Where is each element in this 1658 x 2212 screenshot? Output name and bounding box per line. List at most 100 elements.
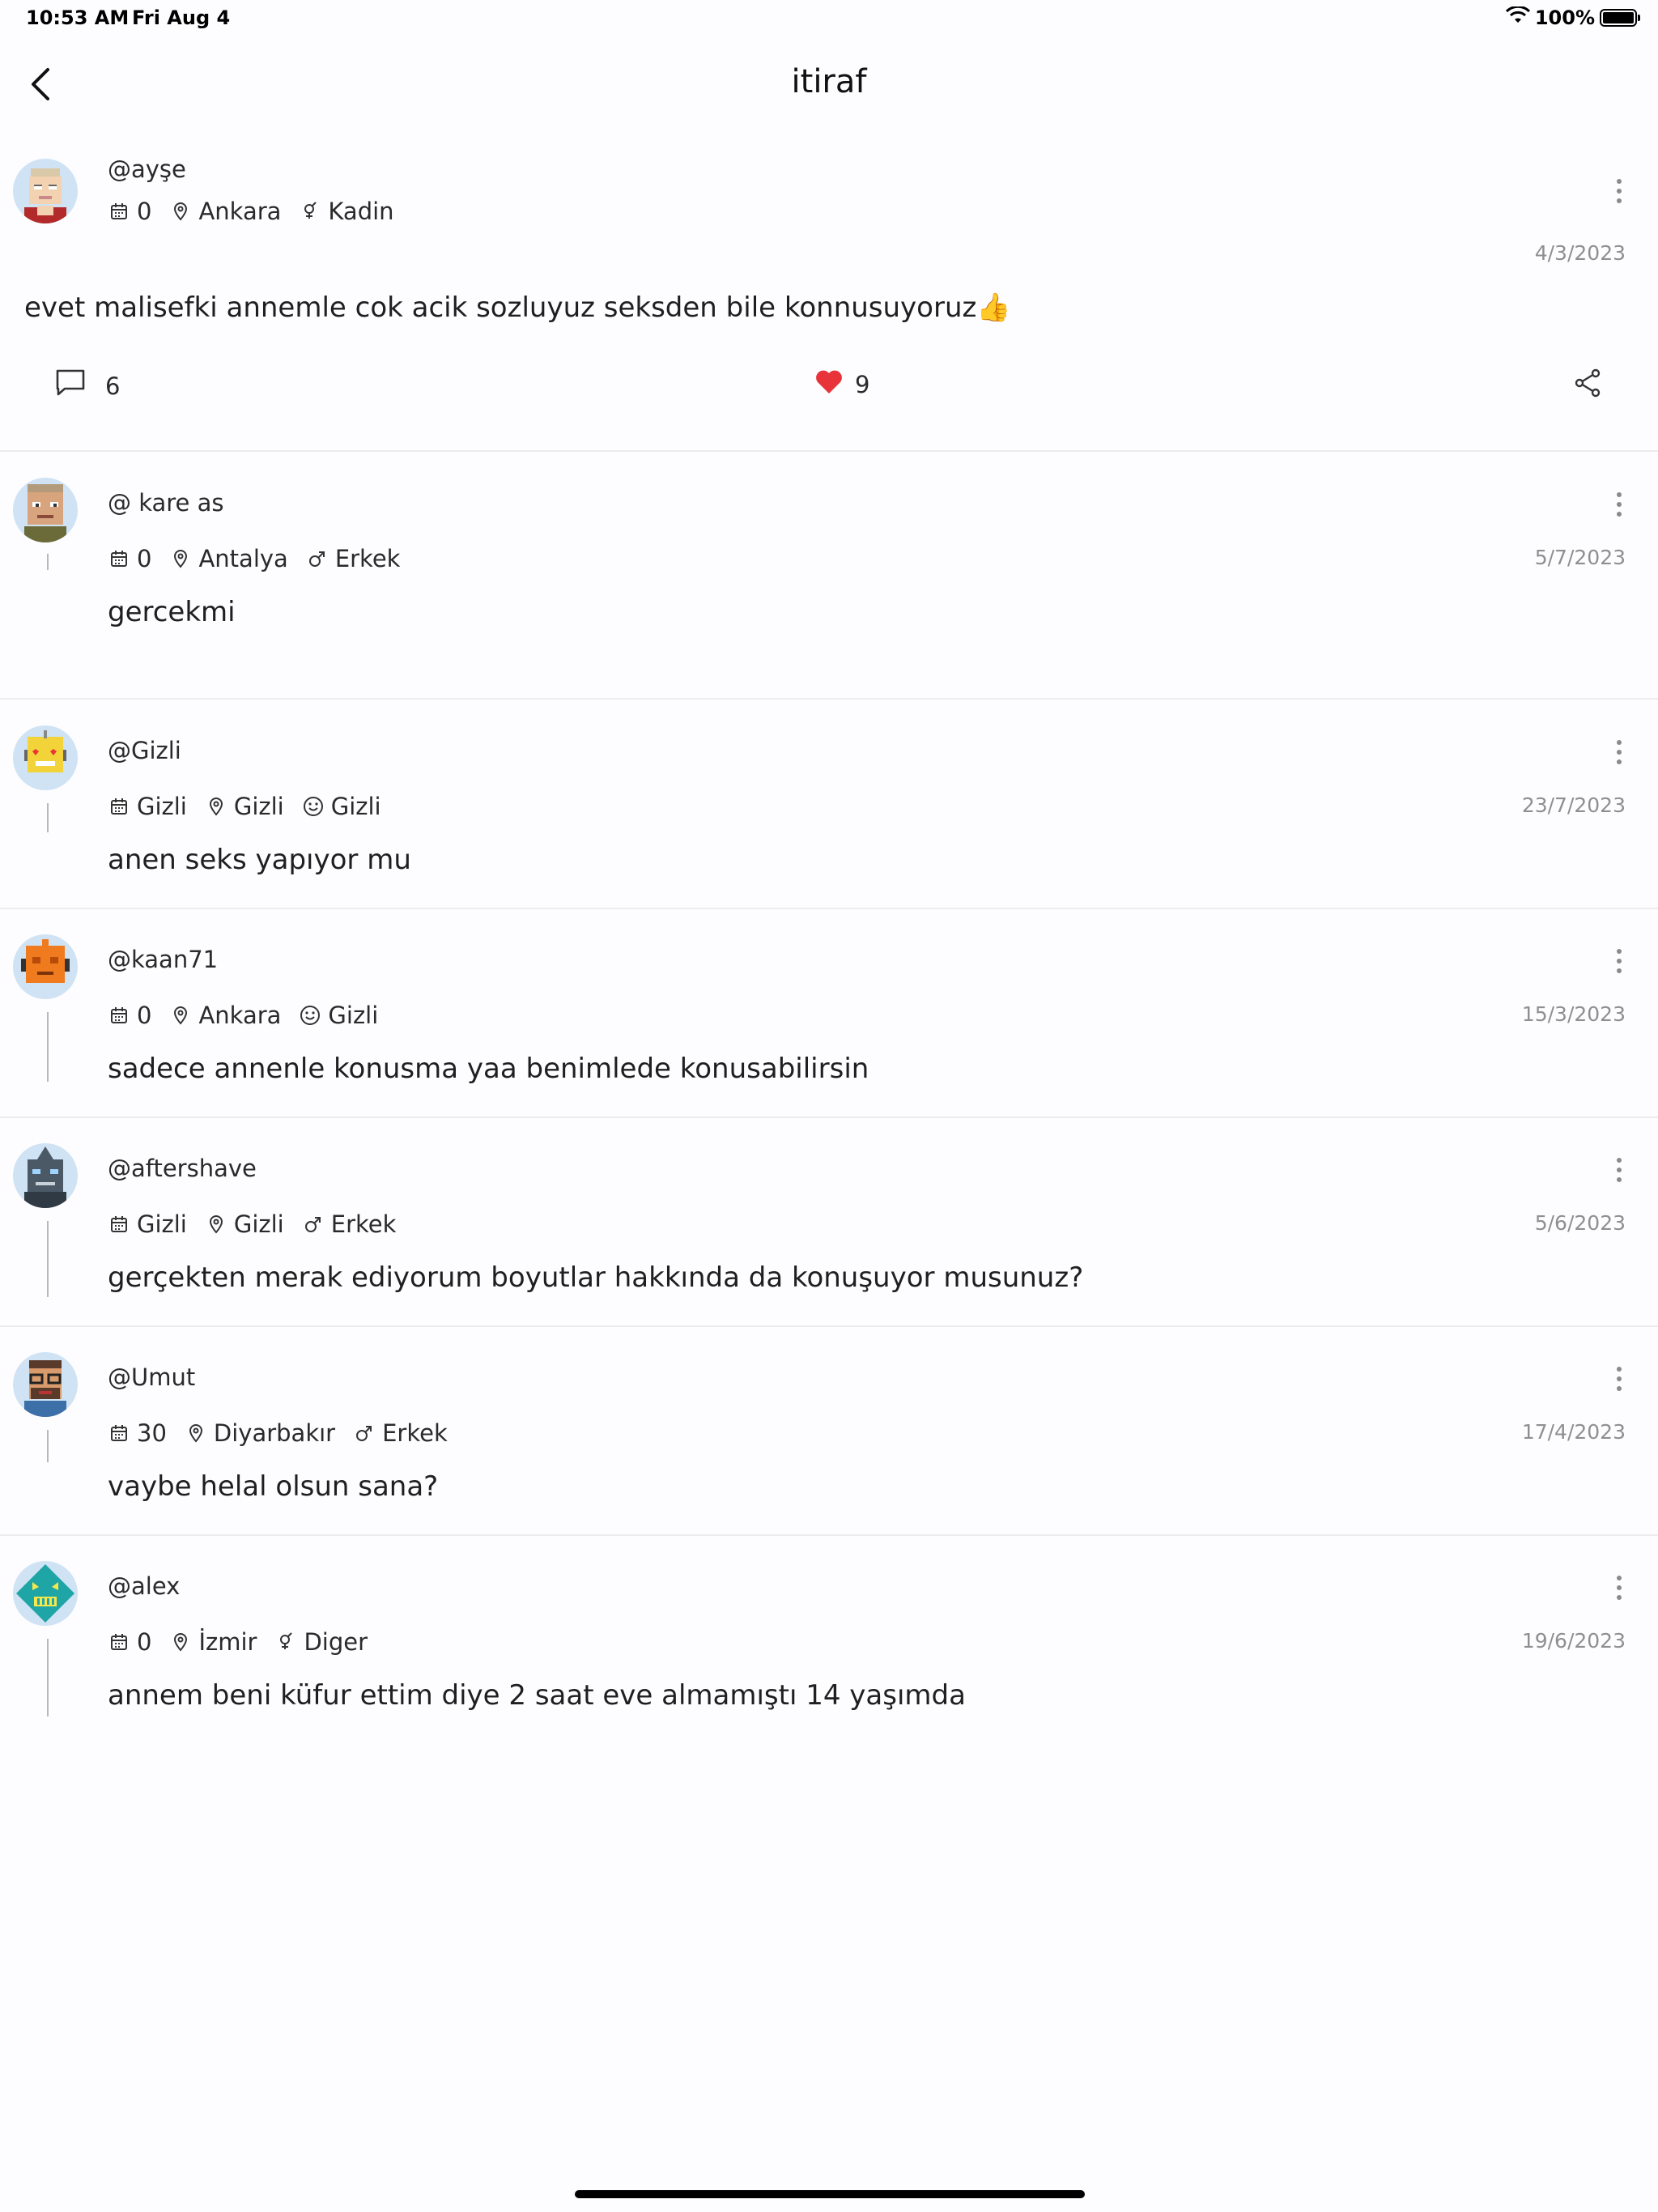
gender-value: Erkek: [334, 545, 401, 572]
comment-meta: 30 Diyarbakır Erkek: [108, 1419, 466, 1447]
age-value: 30: [137, 1419, 167, 1447]
gender-item: Kadin: [299, 198, 394, 225]
more-options-icon[interactable]: [1611, 175, 1627, 207]
battery-icon: [1600, 9, 1640, 27]
gender-item: Erkek: [353, 1419, 448, 1447]
thread-line: [47, 1639, 49, 1716]
username[interactable]: @Gizli: [108, 737, 181, 764]
calendar-icon: [108, 547, 130, 570]
thread-line: [47, 1430, 49, 1462]
city-value: Antalya: [198, 545, 288, 572]
post-text: evet malisefki annemle cok acik sozluyuz…: [24, 291, 1011, 324]
more-options-icon[interactable]: [1611, 945, 1627, 977]
thread-line: [47, 1221, 49, 1297]
male-icon: [306, 547, 329, 570]
share-button[interactable]: [1574, 368, 1601, 403]
username[interactable]: @ayşe: [108, 155, 186, 183]
page-title: itiraf: [791, 63, 867, 100]
share-icon: [1574, 368, 1601, 403]
age-value: Gizli: [137, 1210, 187, 1238]
avatar[interactable]: [13, 725, 78, 790]
battery-percentage: 100%: [1534, 6, 1595, 29]
gender-item: Erkek: [302, 1210, 397, 1238]
location-pin-icon: [169, 1631, 192, 1653]
more-options-icon[interactable]: [1611, 736, 1627, 768]
more-options-icon[interactable]: [1611, 1572, 1627, 1604]
calendar-icon: [108, 200, 130, 223]
divider: [0, 1534, 1658, 1536]
more-options-icon[interactable]: [1611, 1363, 1627, 1395]
comment-date: 19/6/2023: [1521, 1629, 1626, 1653]
age-item: Gizli: [108, 1210, 187, 1238]
city-value: Gizli: [233, 793, 284, 820]
username[interactable]: @ kare as: [108, 489, 224, 517]
avatar[interactable]: [13, 159, 78, 223]
age-value: 0: [137, 198, 152, 225]
like-button[interactable]: 9: [814, 368, 869, 400]
username[interactable]: @alex: [108, 1572, 180, 1600]
age-item: 0: [108, 1628, 151, 1656]
age-item: 0: [108, 545, 151, 572]
intersex-icon: [299, 200, 321, 223]
comment-date: 5/7/2023: [1534, 546, 1626, 569]
comment-text: gerçekten merak ediyorum boyutlar hakkın…: [108, 1261, 1084, 1294]
city-item: İzmir: [169, 1628, 257, 1656]
smile-icon: [299, 1004, 321, 1027]
age-value: 0: [137, 545, 152, 572]
home-indicator[interactable]: [575, 2190, 1085, 2198]
more-options-icon[interactable]: [1611, 488, 1627, 521]
comment-count: 6: [105, 372, 121, 400]
city-value: Gizli: [233, 1210, 284, 1238]
gender-item: Gizli: [299, 1002, 378, 1029]
comment-date: 17/4/2023: [1521, 1420, 1626, 1444]
more-options-icon[interactable]: [1611, 1154, 1627, 1186]
age-value: 0: [137, 1628, 152, 1656]
comment-meta: Gizli Gizli Gizli: [108, 793, 399, 820]
avatar[interactable]: [13, 1143, 78, 1208]
comment-date: 23/7/2023: [1521, 793, 1626, 817]
male-icon: [302, 1213, 325, 1236]
comment-text: sadece annenle konusma yaa benimlede kon…: [108, 1053, 869, 1085]
city-value: Ankara: [198, 198, 282, 225]
like-count: 9: [855, 370, 870, 398]
divider: [0, 450, 1658, 452]
comment-text: annem beni küfur ettim diye 2 saat eve a…: [108, 1679, 966, 1712]
divider: [0, 1325, 1658, 1327]
age-item: 0: [108, 1002, 151, 1029]
calendar-icon: [108, 1422, 130, 1444]
city-value: İzmir: [198, 1628, 257, 1656]
comment-meta: Gizli Gizli Erkek: [108, 1210, 414, 1238]
smile-icon: [302, 795, 325, 818]
gender-item: Diger: [274, 1628, 368, 1656]
avatar[interactable]: [13, 1561, 78, 1626]
avatar[interactable]: [13, 478, 78, 542]
gender-value: Erkek: [330, 1210, 397, 1238]
calendar-icon: [108, 1631, 130, 1653]
city-value: Ankara: [198, 1002, 282, 1029]
thread-line: [47, 803, 49, 832]
city-item: Ankara: [169, 1002, 281, 1029]
username[interactable]: @kaan71: [108, 946, 218, 973]
username[interactable]: @Umut: [108, 1363, 195, 1391]
comment-button[interactable]: 6: [55, 368, 120, 403]
comment-text: gercekmi: [108, 596, 236, 628]
username[interactable]: @aftershave: [108, 1155, 257, 1182]
comment-date: 15/3/2023: [1521, 1002, 1626, 1026]
gender-item: Gizli: [302, 793, 381, 820]
gender-value: Gizli: [330, 793, 381, 820]
status-indicators: 100%: [1505, 5, 1640, 29]
avatar[interactable]: [13, 1352, 78, 1417]
avatar[interactable]: [13, 934, 78, 999]
city-item: Antalya: [169, 545, 288, 572]
calendar-icon: [108, 1004, 130, 1027]
age-value: 0: [137, 1002, 152, 1029]
calendar-icon: [108, 795, 130, 818]
status-time: 10:53 AM: [26, 6, 130, 29]
location-pin-icon: [185, 1422, 207, 1444]
post-date: 4/3/2023: [1534, 241, 1626, 265]
city-value: Diyarbakır: [213, 1419, 336, 1447]
location-pin-icon: [205, 795, 227, 818]
wifi-icon: [1505, 5, 1530, 29]
age-item: Gizli: [108, 793, 187, 820]
location-pin-icon: [169, 200, 192, 223]
